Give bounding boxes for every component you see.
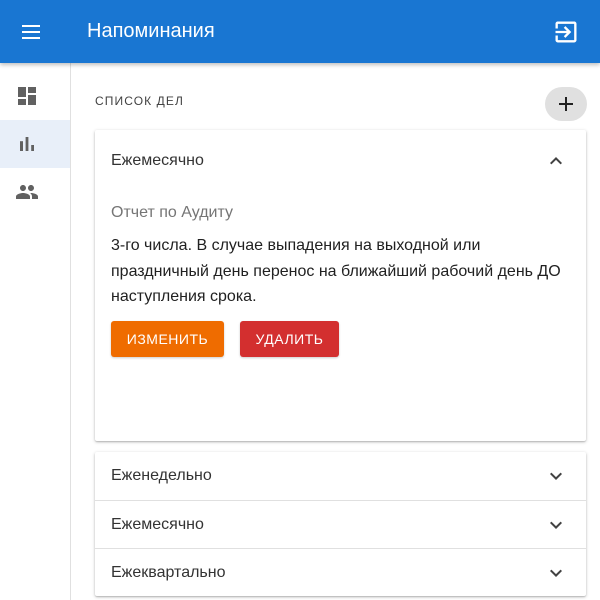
collapsed-panel-label: Ежеквартально	[111, 564, 226, 581]
collapsed-panel[interactable]: Еженедельно	[95, 452, 586, 500]
app-bar: Напоминания	[0, 0, 600, 63]
logout-button[interactable]	[552, 18, 580, 46]
dashboard-icon	[18, 87, 36, 105]
section-title: СПИСОК ДЕЛ	[95, 94, 184, 108]
logout-icon	[555, 21, 577, 43]
collapsed-panel[interactable]: Ежемесячно	[95, 500, 586, 548]
menu-icon	[22, 25, 40, 39]
sidebar-item-dashboard[interactable]	[0, 72, 70, 120]
sidebar-item-people[interactable]	[0, 168, 70, 216]
chevron-up-icon	[550, 157, 562, 165]
plus-icon	[559, 97, 573, 111]
expanded-panel-header[interactable]: Ежемесячно	[95, 130, 586, 192]
sidebar	[0, 63, 71, 600]
collapsed-panel-label: Ежемесячно	[111, 516, 204, 533]
collapsed-panel[interactable]: Ежеквартально	[95, 548, 586, 596]
collapsed-panels: Еженедельно Ежемесячно Ежеквартально	[95, 452, 586, 596]
bar-chart-icon	[20, 137, 34, 151]
add-reminder-button[interactable]	[545, 87, 587, 121]
delete-button[interactable]: УДАЛИТЬ	[240, 321, 339, 357]
sidebar-item-statistics[interactable]	[0, 120, 70, 168]
chevron-down-icon	[550, 472, 562, 480]
collapsed-panel-label: Еженедельно	[111, 467, 212, 484]
menu-button[interactable]	[15, 19, 47, 45]
main-content: СПИСОК ДЕЛ Ежемесячно Отчет по Аудиту 3-…	[71, 63, 600, 600]
reminder-description: 3-го числа. В случае выпадения на выходн…	[111, 237, 561, 305]
chevron-down-icon	[550, 521, 562, 529]
edit-button[interactable]: ИЗМЕНИТЬ	[111, 321, 224, 357]
reminder-title: Отчет по Аудиту	[111, 204, 233, 221]
panel-header-label: Ежемесячно	[111, 152, 204, 169]
app-title: Напоминания	[87, 20, 215, 42]
people-icon	[16, 185, 38, 199]
chevron-down-icon	[550, 569, 562, 577]
expanded-panel: Ежемесячно Отчет по Аудиту 3-го числа. В…	[95, 130, 586, 441]
